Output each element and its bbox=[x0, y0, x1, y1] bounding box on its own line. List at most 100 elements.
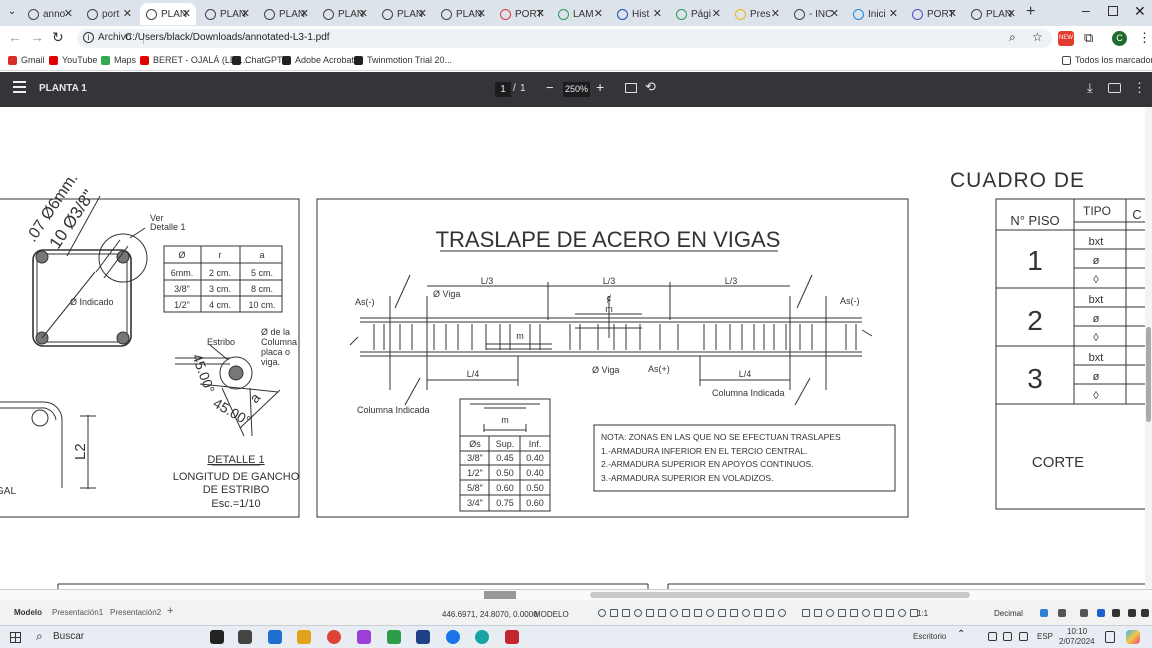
chrome-icon[interactable] bbox=[446, 630, 460, 644]
layout-tab-model[interactable]: Modelo bbox=[14, 608, 42, 617]
onedrive-icon[interactable] bbox=[988, 632, 997, 641]
tab-search-icon[interactable]: ⌄ bbox=[5, 6, 19, 20]
bookmark-item[interactable]: Adobe Acrobat bbox=[282, 55, 354, 65]
cad-tool-icon[interactable] bbox=[1128, 609, 1136, 617]
cad-tool-icon[interactable] bbox=[874, 609, 882, 617]
vertical-scrollbar[interactable] bbox=[1145, 107, 1152, 589]
close-tab-icon[interactable]: ✕ bbox=[830, 7, 839, 20]
zoom-input[interactable]: 250% bbox=[563, 82, 590, 97]
edge-icon[interactable] bbox=[475, 630, 489, 644]
browser-tab[interactable]: Pági ✕ bbox=[670, 3, 726, 25]
cad-tool-icon[interactable] bbox=[730, 609, 738, 617]
close-tab-icon[interactable]: ✕ bbox=[64, 7, 73, 20]
pdf-menu-icon[interactable] bbox=[13, 81, 26, 83]
close-window-icon[interactable]: ✕ bbox=[1134, 3, 1146, 20]
cad-tool-icon[interactable] bbox=[1141, 609, 1149, 617]
browser-tab[interactable]: PLAN ✕ bbox=[376, 3, 432, 25]
browser-tab[interactable]: - INC ✕ bbox=[788, 3, 844, 25]
forward-icon[interactable]: → bbox=[30, 29, 44, 45]
tray-chevron-icon[interactable]: ⌃ bbox=[957, 629, 965, 640]
extension-icon[interactable]: NEW bbox=[1058, 31, 1074, 46]
page-input[interactable]: 1 bbox=[495, 82, 511, 97]
browser-tab[interactable]: PLAN ✕ bbox=[317, 3, 373, 25]
browser-tab[interactable]: PLAN ✕ bbox=[965, 3, 1021, 25]
cad-tool-icon[interactable] bbox=[766, 609, 774, 617]
xbox-icon[interactable] bbox=[387, 630, 401, 644]
layout-tab-presentation1[interactable]: Presentación1 bbox=[52, 608, 103, 617]
chrome-icon[interactable] bbox=[327, 630, 341, 644]
back-icon[interactable]: ← bbox=[8, 29, 22, 45]
mail-icon[interactable] bbox=[268, 630, 282, 644]
copilot-icon[interactable] bbox=[1126, 630, 1140, 644]
cad-tool-icon[interactable] bbox=[706, 609, 714, 617]
layout-tab-presentation2[interactable]: Presentación2 bbox=[110, 608, 161, 617]
volume-icon[interactable] bbox=[1019, 632, 1028, 641]
close-tab-icon[interactable]: ✕ bbox=[359, 7, 368, 20]
cad-tool-icon[interactable] bbox=[826, 609, 834, 617]
cad-tool-icon[interactable] bbox=[742, 609, 750, 617]
cad-tool-icon[interactable] bbox=[598, 609, 606, 617]
cad-tool-icon[interactable] bbox=[778, 609, 786, 617]
lang-indicator[interactable]: ESP bbox=[1037, 632, 1053, 641]
autocad-icon[interactable] bbox=[505, 630, 519, 644]
clock-time[interactable]: 10:10 bbox=[1067, 627, 1087, 636]
cad-tool-icon[interactable] bbox=[1040, 609, 1048, 617]
file-explorer-icon[interactable] bbox=[297, 630, 311, 644]
cad-tool-icon[interactable] bbox=[1058, 609, 1066, 617]
bookmark-item[interactable]: Maps bbox=[101, 55, 136, 65]
desktop-label[interactable]: Escritorio bbox=[913, 632, 946, 641]
cad-tool-icon[interactable] bbox=[1080, 609, 1088, 617]
scale-readout[interactable]: 1:1 bbox=[917, 609, 928, 618]
close-tab-icon[interactable]: ✕ bbox=[300, 7, 309, 20]
browser-menu-icon[interactable]: ⋮ bbox=[1138, 30, 1151, 46]
browser-tab[interactable]: anno ✕ bbox=[22, 3, 78, 25]
h-scrollbar[interactable] bbox=[0, 590, 1152, 600]
task-view-icon[interactable] bbox=[238, 630, 252, 644]
cad-tool-icon[interactable] bbox=[898, 609, 906, 617]
zoom-icon[interactable] bbox=[357, 630, 371, 644]
rotate-icon[interactable]: ⟲ bbox=[645, 79, 656, 95]
model-space-button[interactable]: MODELO bbox=[534, 610, 569, 619]
close-tab-icon[interactable]: ✕ bbox=[948, 7, 957, 20]
h-scroll-thumb[interactable] bbox=[590, 592, 970, 598]
browser-tab[interactable]: Pres ✕ bbox=[729, 3, 785, 25]
cad-tool-icon[interactable] bbox=[682, 609, 690, 617]
cad-tool-icon[interactable] bbox=[802, 609, 810, 617]
cad-tool-icon[interactable] bbox=[1112, 609, 1120, 617]
minimize-icon[interactable]: – bbox=[1082, 2, 1090, 18]
cad-tool-icon[interactable] bbox=[754, 609, 762, 617]
close-tab-icon[interactable]: ✕ bbox=[182, 7, 191, 20]
bookmark-item[interactable]: ChatGPT bbox=[232, 55, 283, 65]
cad-tool-icon[interactable] bbox=[658, 609, 666, 617]
cad-tool-icon[interactable] bbox=[886, 609, 894, 617]
photoshop-icon[interactable] bbox=[416, 630, 430, 644]
reload-icon[interactable]: ↻ bbox=[52, 29, 64, 46]
close-tab-icon[interactable]: ✕ bbox=[1007, 7, 1016, 20]
browser-tab[interactable]: PLAN ✕ bbox=[140, 3, 196, 25]
cad-tool-icon[interactable] bbox=[634, 609, 642, 617]
cad-tool-icon[interactable] bbox=[646, 609, 654, 617]
scroll-thumb[interactable] bbox=[1146, 327, 1151, 422]
zoom-out-icon[interactable]: − bbox=[546, 80, 554, 95]
cad-tool-icon[interactable] bbox=[622, 609, 630, 617]
browser-tab[interactable]: PLAN ✕ bbox=[258, 3, 314, 25]
browser-tab[interactable]: PORT ✕ bbox=[494, 3, 550, 25]
address-bar[interactable]: i Archivo C:/Users/black/Downloads/annot… bbox=[77, 29, 1052, 48]
close-tab-icon[interactable]: ✕ bbox=[536, 7, 545, 20]
bookmark-item[interactable]: YouTube bbox=[49, 55, 97, 65]
browser-tab[interactable]: PORT ✕ bbox=[906, 3, 962, 25]
bookmark-item[interactable]: Twinmotion Trial 20... bbox=[354, 55, 452, 65]
close-tab-icon[interactable]: ✕ bbox=[418, 7, 427, 20]
profile-avatar[interactable]: C bbox=[1112, 31, 1127, 46]
widgets-icon[interactable] bbox=[210, 630, 224, 644]
units-readout[interactable]: Decimal bbox=[994, 609, 1023, 618]
cad-tool-icon[interactable] bbox=[694, 609, 702, 617]
cad-tool-icon[interactable] bbox=[718, 609, 726, 617]
cad-tool-icon[interactable] bbox=[814, 609, 822, 617]
browser-tab[interactable]: Hist ✕ bbox=[611, 3, 667, 25]
h-scroll-marker[interactable] bbox=[484, 591, 516, 599]
zoom-in-icon[interactable]: + bbox=[596, 79, 604, 95]
fit-page-icon[interactable] bbox=[625, 83, 637, 93]
browser-tab[interactable]: PLAN ✕ bbox=[199, 3, 255, 25]
close-tab-icon[interactable]: ✕ bbox=[653, 7, 662, 20]
